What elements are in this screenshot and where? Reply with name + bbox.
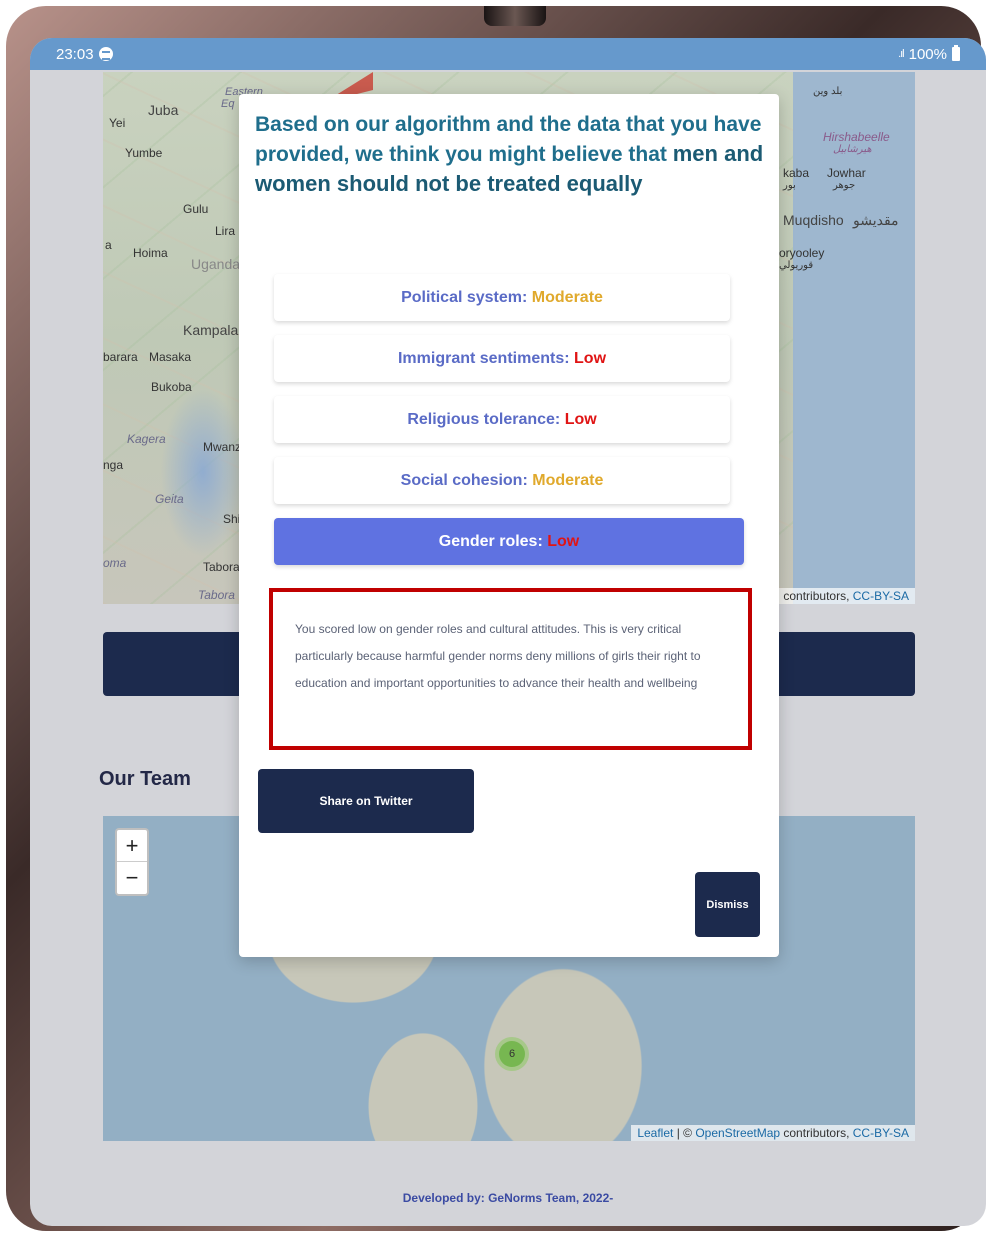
map-label: oryooley	[779, 246, 825, 260]
status-bar: 23:03 .ıl 100%	[30, 38, 986, 70]
score-card-religious-tolerance[interactable]: Religious tolerance: Low	[274, 396, 730, 443]
map-label: Gulu	[183, 202, 209, 216]
map-label: Shi	[223, 512, 241, 526]
zoom-out-button[interactable]: −	[117, 862, 147, 894]
cluster-count: 6	[499, 1041, 525, 1067]
map-label: barara	[103, 350, 138, 364]
map-label: Tabora	[203, 560, 240, 574]
section-title: Our Team	[99, 768, 191, 790]
map-cluster-marker[interactable]: 6	[495, 1037, 529, 1071]
score-description: You scored low on gender roles and cultu…	[269, 588, 752, 750]
clock: 23:03	[56, 45, 94, 63]
map-label: a	[105, 238, 112, 252]
attribution-text: contributors,	[783, 589, 853, 603]
map-label: Tabora	[198, 588, 235, 602]
score-value: Low	[564, 410, 597, 428]
map-label: جوهر	[833, 180, 856, 191]
score-value: Low	[574, 349, 607, 367]
screen: 23:03 .ıl 100% Juba Eastern Eq Yei Yumbe…	[30, 38, 986, 1226]
map-label: Muqdisho	[783, 212, 844, 228]
spotify-icon	[98, 47, 113, 61]
attribution-separator: | ©	[673, 1126, 696, 1140]
map-label: nga	[103, 458, 124, 472]
device-hinge	[484, 6, 546, 26]
map-label: Jowhar	[827, 166, 866, 180]
map-label: Kagera	[127, 432, 166, 446]
map-attribution: Leaflet | © OpenStreetMap contributors, …	[631, 1125, 915, 1141]
score-card-social-cohesion[interactable]: Social cohesion: Moderate	[274, 457, 730, 504]
map-label: kaba	[783, 166, 810, 180]
map-label: Mwanz	[203, 440, 242, 454]
score-label: Gender roles:	[438, 532, 543, 550]
map-label: قوريولي	[779, 260, 814, 271]
map-label: Uganda	[191, 256, 241, 272]
footer-credit: Developed by: GeNorms Team, 2022-	[402, 1191, 614, 1205]
map-label: بلد وين	[813, 86, 843, 97]
score-label: Political system:	[401, 288, 528, 306]
dismiss-button[interactable]: Dismiss	[695, 872, 760, 937]
map-label: Yei	[109, 116, 126, 130]
modal-title: Based on our algorithm and the data that…	[255, 110, 765, 199]
score-value: Moderate	[531, 288, 603, 306]
map-label: Bukoba	[151, 380, 192, 394]
score-value: Low	[547, 532, 580, 550]
results-modal: Based on our algorithm and the data that…	[239, 94, 779, 957]
map-label: Eq	[221, 98, 235, 110]
score-label: Immigrant sentiments:	[397, 349, 570, 367]
score-card-gender-roles[interactable]: Gender roles: Low	[274, 518, 744, 565]
map-label: Hoima	[133, 246, 168, 260]
score-label: Religious tolerance:	[407, 410, 561, 428]
map-label: oma	[103, 556, 127, 570]
cc-by-sa-link[interactable]: CC-BY-SA	[853, 1126, 909, 1140]
attribution-text: contributors,	[780, 1126, 853, 1140]
map-label: بور	[783, 180, 796, 191]
map-label: مقديشو	[853, 212, 899, 228]
share-twitter-button[interactable]: Share on Twitter	[258, 769, 474, 833]
leaflet-link[interactable]: Leaflet	[637, 1126, 673, 1140]
score-card-immigrant-sentiments[interactable]: Immigrant sentiments: Low	[274, 335, 730, 382]
device-frame: 23:03 .ıl 100% Juba Eastern Eq Yei Yumbe…	[6, 6, 986, 1231]
map-label: Kampala	[183, 322, 239, 338]
map-label: Hirshabeelle	[823, 130, 890, 144]
signal-icon: .ıl	[898, 48, 904, 60]
cc-by-sa-link[interactable]: CC-BY-SA	[853, 589, 909, 603]
battery-icon	[952, 45, 960, 61]
openstreetmap-link[interactable]: OpenStreetMap	[695, 1126, 780, 1140]
battery-level: 100%	[908, 45, 947, 63]
map-attribution: contributors, CC-BY-SA	[777, 588, 915, 604]
score-label: Social cohesion:	[400, 471, 528, 489]
map-label: Juba	[148, 102, 179, 118]
score-value: Moderate	[532, 471, 604, 489]
score-card-political-system[interactable]: Political system: Moderate	[274, 274, 730, 321]
map-label: Yumbe	[125, 146, 163, 160]
zoom-control: + −	[115, 828, 149, 896]
map-label: هيرشابيل	[833, 144, 872, 155]
map-label: Masaka	[149, 350, 192, 364]
zoom-in-button[interactable]: +	[117, 830, 147, 862]
map-label: Geita	[155, 492, 184, 506]
map-label: Lira	[215, 224, 236, 238]
